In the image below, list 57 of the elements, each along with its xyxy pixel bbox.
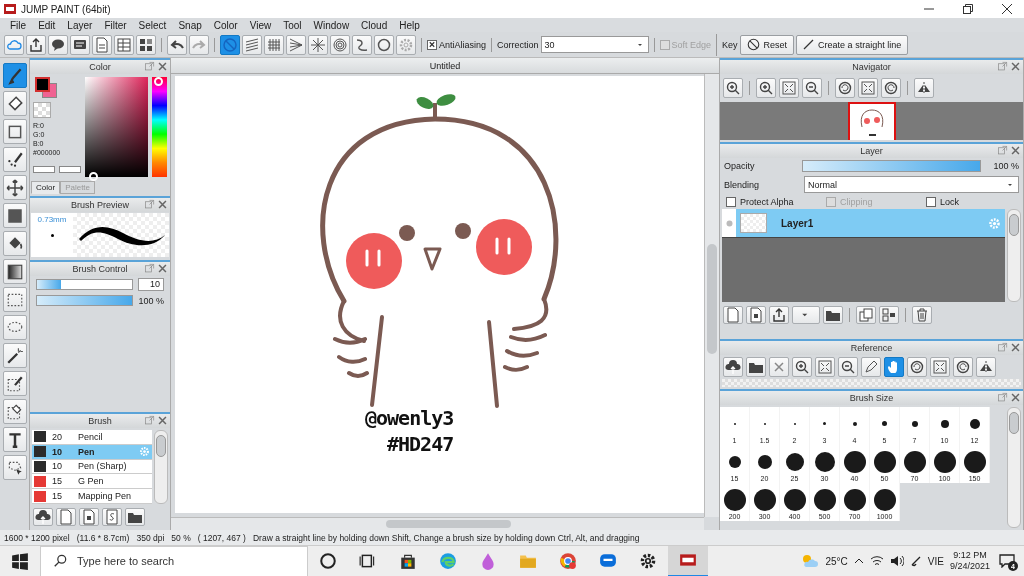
panel-title: Brush Size — [849, 393, 894, 403]
key-label: Key — [722, 39, 738, 50]
status-text: 1600 * 1200 pixel — [4, 532, 70, 543]
opacity-reading: 100 % — [138, 295, 164, 306]
checkbox-label: Protect Alpha — [740, 197, 794, 207]
status-text: 50 % — [171, 532, 191, 543]
layer-row[interactable]: Layer1 — [736, 209, 1005, 237]
status-text: ( 1207, 467 ) — [197, 532, 246, 543]
window-title: JUMP PAINT (64bit) — [21, 3, 111, 15]
panel-title: Brush Control — [72, 264, 128, 274]
menu-item[interactable]: Color — [207, 19, 244, 31]
panel-title: Navigator — [852, 62, 891, 72]
status-text: Draw a straight line by holding down Shift, Change a brush size by holding down Ctrl, Alt, and dragging — [252, 532, 640, 543]
panel-title: Layer — [860, 146, 883, 156]
correction-dropdown[interactable]: 30 — [540, 36, 649, 53]
panel-title: Brush — [88, 416, 112, 426]
menu-item[interactable]: Layer — [61, 19, 99, 31]
field-label: Correction — [497, 39, 539, 50]
status-text: (11.6 * 8.7cm) — [76, 532, 130, 543]
menu-item[interactable]: Edit — [32, 19, 62, 31]
brush-list-item[interactable]: 10 Pen (Sharp) — [32, 459, 152, 475]
search-field[interactable]: Type here to search — [40, 545, 308, 576]
checkbox-label: AntiAliasing — [439, 39, 487, 50]
field-label: Opacity — [724, 161, 756, 171]
language-indicator[interactable]: VIE — [927, 555, 944, 567]
menu-item[interactable]: Tool — [277, 19, 308, 31]
panel-title: Color — [89, 62, 111, 72]
signature-text: @owenly3 — [365, 406, 454, 430]
panel-tab[interactable]: Color — [31, 181, 61, 194]
straight-line-button[interactable]: Create a straight line — [796, 34, 909, 55]
panel-title: Brush Preview — [71, 200, 129, 210]
checkbox-label: Lock — [940, 197, 959, 207]
signature-text: #HD247 — [387, 432, 454, 456]
menu-item[interactable]: Select — [132, 19, 173, 31]
document-tab[interactable]: Untitled — [429, 60, 461, 71]
field-label: Blending — [724, 179, 761, 190]
brush-size-preview: 0.73mm — [31, 213, 73, 257]
checkbox-label: Clipping — [840, 197, 873, 207]
temperature-text: 25°C — [825, 555, 848, 567]
brush-list-item[interactable]: 20 Pencil — [32, 430, 152, 445]
menu-item[interactable]: Snap — [172, 19, 208, 31]
blending-dropdown[interactable]: Normal — [804, 176, 1019, 193]
reset-button[interactable]: Reset — [739, 34, 795, 55]
brush-size-field[interactable]: 10 — [138, 278, 164, 291]
brush-list-item[interactable]: 15 G Pen — [32, 474, 152, 490]
drawing-canvas[interactable]: @owenly3 #HD247 — [175, 76, 704, 513]
opacity-reading: 100 % — [992, 161, 1019, 171]
clock[interactable]: 9:12 PM 9/24/2021 — [949, 550, 990, 572]
menu-item[interactable]: File — [4, 19, 33, 31]
menu-item[interactable]: Cloud — [355, 19, 394, 31]
menu-item[interactable]: Filter — [98, 19, 133, 31]
status-text: 350 dpi — [136, 532, 165, 543]
menu-item[interactable]: Help — [393, 19, 426, 31]
panel-title: Reference — [850, 343, 893, 353]
brush-list-item[interactable]: 15 Mapping Pen — [32, 489, 152, 504]
menu-item[interactable]: View — [243, 19, 278, 31]
menu-item[interactable]: Window — [307, 19, 356, 31]
